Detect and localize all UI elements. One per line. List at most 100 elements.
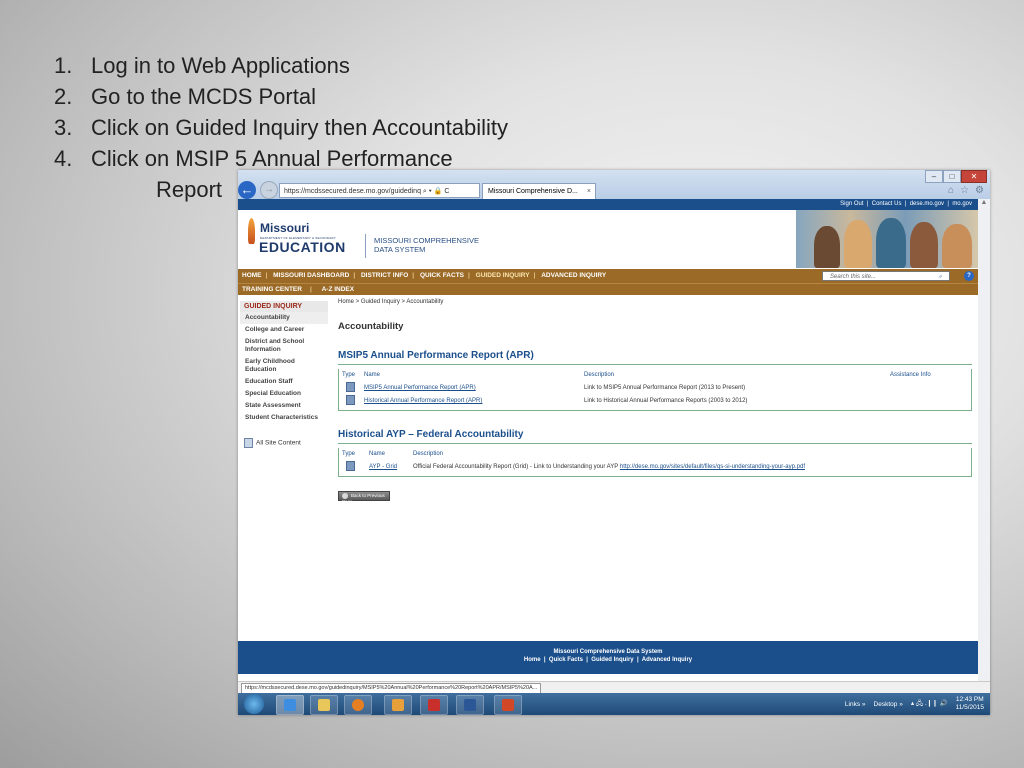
nav-training-center[interactable]: TRAINING CENTER <box>238 286 306 293</box>
browser-titlebar: ← → https://mcdssecured.dese.mo.gov/guid… <box>238 170 990 199</box>
search-icon[interactable]: ⌕ <box>935 272 946 282</box>
footer-quick-facts-link[interactable]: Quick Facts <box>549 657 583 663</box>
logo-divider <box>365 234 366 258</box>
site-footer: Missouri Comprehensive Data System Home … <box>238 641 978 674</box>
powerpoint-taskbar-icon[interactable] <box>494 695 522 715</box>
nav-home[interactable]: HOME <box>238 272 266 279</box>
tray-icons[interactable]: ▴ 🖧 .❙❙ 🔊 <box>911 699 948 710</box>
window-controls: – □ ✕ <box>925 170 987 183</box>
web-page: Sign Out | Contact Us | dese.mo.gov | mo… <box>238 199 978 681</box>
sidebar-item-state-assessment[interactable]: State Assessment <box>240 400 328 412</box>
table-header-row: Type Name Description <box>342 451 444 457</box>
table-row: MSIP5 Annual Performance Report (APR) Li… <box>339 382 971 395</box>
grid-document-icon <box>346 461 355 472</box>
logo-missouri[interactable]: Missouri <box>260 221 309 235</box>
document-icon <box>346 395 355 406</box>
scroll-up-icon[interactable]: ▲ <box>978 199 990 206</box>
file-explorer-taskbar-icon[interactable] <box>310 695 338 715</box>
desktop-toolbar[interactable]: Desktop » <box>874 701 903 708</box>
step-1: 1. Log in to Web Applications <box>54 53 350 78</box>
maximize-button[interactable]: □ <box>943 170 961 183</box>
help-icon[interactable]: ? <box>964 271 974 281</box>
msip5-apr-link[interactable]: MSIP5 Annual Performance Report (APR) <box>364 382 584 395</box>
nav-advanced-inquiry[interactable]: ADVANCED INQUIRY <box>537 272 610 279</box>
page-title: Accountability <box>338 321 404 332</box>
back-to-previous-page-button[interactable]: Back to Previous Page <box>338 491 390 504</box>
main-content: Home > Guided Inquiry > Accountability A… <box>338 299 972 508</box>
torch-logo-icon <box>248 218 255 244</box>
photo-student <box>942 224 972 268</box>
outlook-taskbar-icon[interactable] <box>384 695 412 715</box>
msip5-section-title: MSIP5 Annual Performance Report (APR) <box>338 350 972 365</box>
sidebar-item-accountability[interactable]: Accountability <box>240 312 328 324</box>
system-tray: Links » Desktop » ▴ 🖧 .❙❙ 🔊 12:43 PM 11/5… <box>845 693 984 715</box>
photo-student <box>844 220 872 268</box>
footer-advanced-inquiry-link[interactable]: Advanced Inquiry <box>642 657 692 663</box>
browser-screenshot: ← → https://mcdssecured.dese.mo.gov/guid… <box>238 170 990 715</box>
sidebar-item-college-career[interactable]: College and Career <box>240 324 328 336</box>
table-header-row: Type Name Description Assistance Info <box>342 372 931 378</box>
address-bar-icons: ⌕ ▾ 🔒 C <box>422 188 450 195</box>
dese-link[interactable]: dese.mo.gov <box>910 201 944 207</box>
browser-tab[interactable]: Missouri Comprehensive D... × <box>482 183 596 199</box>
photo-student <box>876 218 906 268</box>
clock[interactable]: 12:43 PM 11/5/2015 <box>956 696 984 712</box>
tab-close-icon[interactable]: × <box>587 184 591 199</box>
msip5-table: Type Name Description Assistance Info MS… <box>338 369 972 411</box>
step-3: 3. Click on Guided Inquiry then Accountab… <box>54 115 509 140</box>
minimize-button[interactable]: – <box>925 170 943 183</box>
breadcrumb[interactable]: Home > Guided Inquiry > Accountability <box>338 299 972 305</box>
internet-explorer-taskbar-icon[interactable] <box>276 695 304 715</box>
logo-education[interactable]: EDUCATION <box>259 239 346 255</box>
close-window-button[interactable]: ✕ <box>961 170 987 183</box>
ayp-grid-link[interactable]: AYP - Grid <box>369 461 413 474</box>
sidebar-item-district-school-info[interactable]: District and School Information <box>240 336 328 356</box>
top-links-bar: Sign Out | Contact Us | dese.mo.gov | mo… <box>238 199 978 210</box>
sidebar-item-early-childhood[interactable]: Early Childhood Education <box>240 356 328 376</box>
sidebar-item-special-education[interactable]: Special Education <box>240 388 328 400</box>
windows-taskbar: Links » Desktop » ▴ 🖧 .❙❙ 🔊 12:43 PM 11/5… <box>238 693 990 715</box>
site-search-input[interactable]: Search this site... ⌕ <box>822 271 950 281</box>
contact-us-link[interactable]: Contact Us <box>872 201 902 207</box>
address-bar[interactable]: https://mcdssecured.dese.mo.gov/guidedin… <box>279 183 480 198</box>
footer-home-link[interactable]: Home <box>524 657 541 663</box>
table-row: Historical Annual Performance Report (AP… <box>339 395 971 408</box>
sidebar-item-education-staff[interactable]: Education Staff <box>240 376 328 388</box>
photo-student <box>910 222 938 268</box>
nav-missouri-dashboard[interactable]: MISSOURI DASHBOARD <box>269 272 353 279</box>
acrobat-taskbar-icon[interactable] <box>420 695 448 715</box>
photo-student <box>814 226 840 268</box>
mo-gov-link[interactable]: mo.gov <box>952 201 972 207</box>
links-toolbar[interactable]: Links » <box>845 701 866 708</box>
start-button[interactable] <box>244 694 264 714</box>
media-player-taskbar-icon[interactable] <box>344 695 372 715</box>
site-banner: Missouri DEPARTMENT OF ELEMENTARY & SECO… <box>238 210 978 269</box>
historical-apr-link[interactable]: Historical Annual Performance Report (AP… <box>364 395 584 408</box>
all-site-content-link[interactable]: All Site Content <box>240 438 328 448</box>
main-nav: HOME | MISSOURI DASHBOARD | DISTRICT INFO |… <box>238 269 978 283</box>
site-content-icon <box>244 438 253 448</box>
nav-quick-facts[interactable]: QUICK FACTS <box>416 272 468 279</box>
browser-toolbar-icons: ⌂ ☆ ⚙ <box>948 185 984 196</box>
nav-district-info[interactable]: DISTRICT INFO <box>357 272 412 279</box>
word-taskbar-icon[interactable] <box>456 695 484 715</box>
footer-guided-inquiry-link[interactable]: Guided Inquiry <box>591 657 633 663</box>
forward-arrow-icon[interactable]: → <box>260 181 278 199</box>
mcds-title: MISSOURI COMPREHENSIVE DATA SYSTEM <box>374 236 480 254</box>
home-icon[interactable]: ⌂ <box>948 185 954 196</box>
sign-out-link[interactable]: Sign Out <box>840 201 863 207</box>
vertical-scrollbar[interactable]: ▲ <box>978 199 990 681</box>
students-photo <box>796 210 978 268</box>
document-icon <box>346 382 355 393</box>
settings-gear-icon[interactable]: ⚙ <box>975 185 984 196</box>
back-arrow-icon[interactable]: ← <box>238 181 256 199</box>
ayp-section-title: Historical AYP – Federal Accountability <box>338 429 972 444</box>
step-2: 2. Go to the MCDS Portal <box>54 84 316 109</box>
nav-guided-inquiry[interactable]: GUIDED INQUIRY <box>472 272 534 279</box>
sidebar-heading[interactable]: GUIDED INQUIRY <box>240 301 328 312</box>
sidebar-item-student-characteristics[interactable]: Student Characteristics <box>240 412 328 424</box>
favorites-star-icon[interactable]: ☆ <box>960 185 969 196</box>
understanding-ayp-link[interactable]: http://dese.mo.gov/sites/default/files/q… <box>620 461 805 474</box>
left-sidebar: GUIDED INQUIRY Accountability College an… <box>240 301 328 448</box>
nav-a-z-index[interactable]: A-Z INDEX <box>318 286 359 293</box>
